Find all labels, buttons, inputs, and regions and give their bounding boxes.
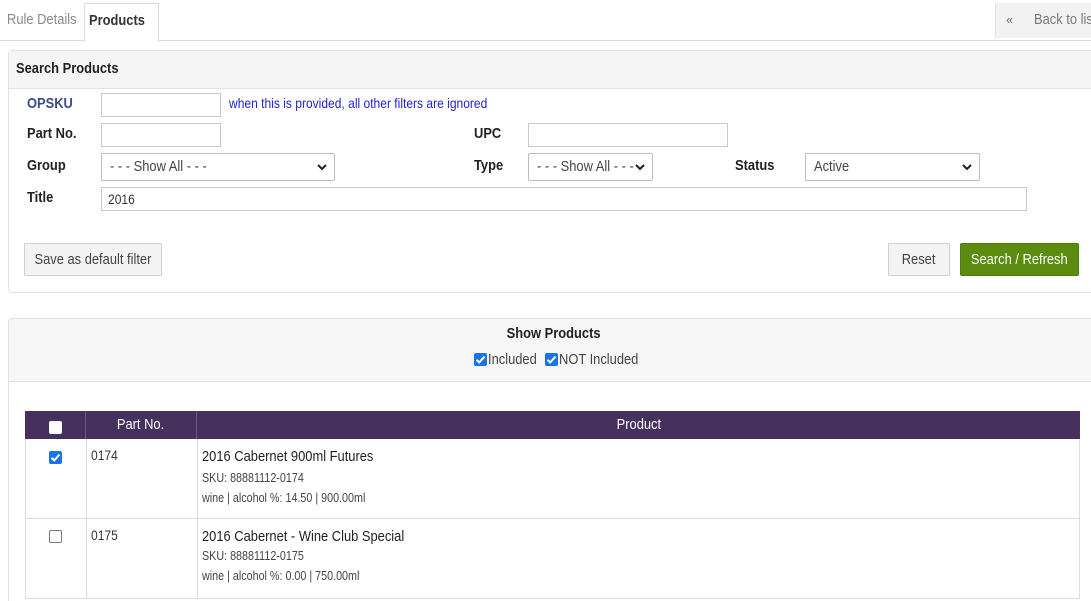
included-label: Included (488, 351, 537, 368)
status-select[interactable]: Active (805, 153, 980, 181)
opsku-input[interactable] (101, 93, 221, 117)
tab-bar: Rule Details Products « Back to list (0, 0, 1091, 42)
row-product-details: wine | alcohol %: 14.50 | 900.00ml (202, 491, 366, 505)
row-part-no: 0174 (91, 447, 118, 463)
chevron-down-icon (317, 164, 327, 171)
tab-rule-details[interactable]: Rule Details (0, 0, 84, 41)
reset-button[interactable]: Reset (888, 243, 950, 276)
chevron-down-icon (962, 164, 972, 171)
part-no-input[interactable] (101, 123, 221, 147)
save-default-filter-button[interactable]: Save as default filter (24, 243, 162, 276)
select-all-checkbox[interactable] (49, 421, 62, 434)
row-checkbox[interactable] (49, 451, 62, 464)
row-product-title[interactable]: 2016 Cabernet - Wine Club Special (202, 528, 437, 545)
part-no-label: Part No. (27, 125, 77, 142)
type-select[interactable]: - - - Show All - - - (528, 153, 653, 181)
title-input[interactable]: 2016 (101, 187, 1027, 211)
status-label: Status (735, 157, 775, 174)
select-all-cell (25, 411, 86, 439)
search-products-heading: Search Products (9, 51, 1091, 89)
tab-products-label: Products (88, 12, 145, 29)
column-header-part-no[interactable]: Part No. (86, 411, 197, 439)
chevron-down-icon (635, 164, 645, 171)
status-select-value: Active (814, 158, 850, 175)
checkmark-icon (546, 355, 557, 364)
back-to-list-label: Back to list (1034, 11, 1091, 28)
group-select-value: - - - Show All - - - (110, 158, 207, 175)
products-table-header: Part No. Product (25, 411, 1080, 439)
row-product-sku: SKU: 88881112-0175 (202, 549, 304, 563)
table-row[interactable]: 0174 2016 Cabernet 900ml Futures SKU: 88… (25, 439, 1080, 519)
opsku-label: OPSKU (27, 95, 73, 112)
group-select[interactable]: - - - Show All - - - (101, 153, 335, 181)
not-included-label: NOT Included (559, 351, 639, 368)
checkmark-icon (50, 453, 61, 462)
upc-input[interactable] (528, 123, 728, 147)
not-included-checkbox[interactable] (545, 353, 558, 366)
checkmark-icon (475, 355, 486, 364)
row-product-title[interactable]: 2016 Cabernet 900ml Futures (202, 448, 401, 465)
row-part-no: 0175 (91, 527, 118, 543)
column-header-product[interactable]: Product (197, 411, 1080, 439)
row-product-details: wine | alcohol %: 0.00 | 750.00ml (202, 569, 360, 583)
back-to-list-button[interactable]: « Back to list (995, 3, 1091, 38)
title-input-value: 2016 (108, 191, 135, 207)
upc-label: UPC (474, 125, 502, 142)
row-product-sku: SKU: 88881112-0174 (202, 471, 304, 485)
title-label: Title (27, 189, 54, 206)
show-products-panel: Show Products (8, 318, 1091, 382)
table-row[interactable]: 0175 2016 Cabernet - Wine Club Special S… (25, 519, 1080, 599)
tab-rule-details-label: Rule Details (7, 11, 77, 28)
double-chevron-left-icon: « (1006, 12, 1014, 27)
opsku-hint: when this is provided, all other filters… (229, 95, 488, 111)
show-products-heading: Show Products (507, 325, 601, 342)
group-label: Group (27, 157, 66, 174)
search-refresh-button[interactable]: Search / Refresh (960, 243, 1079, 276)
type-select-value: - - - Show All - - - (537, 158, 634, 175)
type-label: Type (474, 157, 504, 174)
tab-products[interactable]: Products (84, 3, 159, 42)
included-checkbox[interactable] (474, 353, 487, 366)
row-checkbox[interactable] (49, 530, 62, 543)
